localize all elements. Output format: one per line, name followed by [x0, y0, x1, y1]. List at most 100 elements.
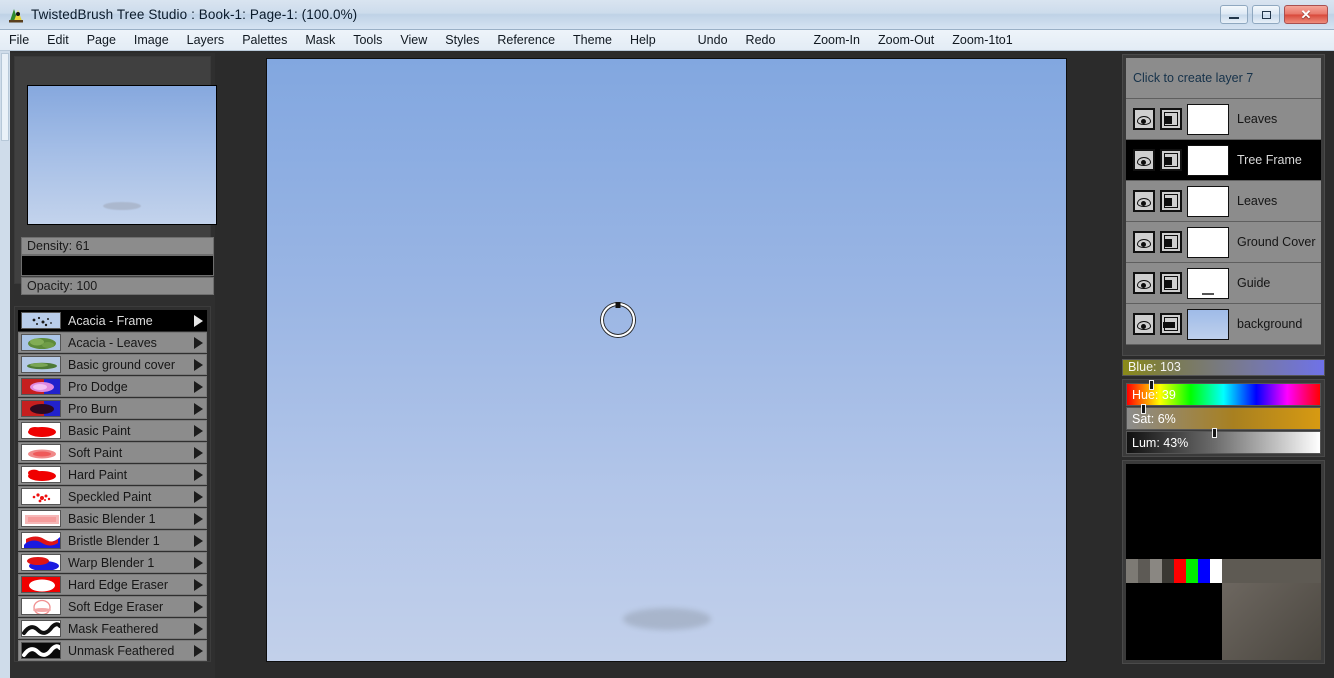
chevron-right-icon[interactable]	[194, 644, 203, 657]
swatch-current-color[interactable]	[1222, 559, 1321, 583]
brush-item-hard-edge-eraser[interactable]: Hard Edge Eraser	[18, 574, 207, 595]
chevron-right-icon[interactable]	[194, 600, 203, 613]
brush-item-basic-blender-1[interactable]: Basic Blender 1	[18, 508, 207, 529]
chevron-right-icon[interactable]	[194, 512, 203, 525]
brush-item-speckled-paint[interactable]: Speckled Paint	[18, 486, 207, 507]
lock-icon[interactable]	[1160, 231, 1182, 253]
menu-edit[interactable]: Edit	[38, 30, 78, 50]
swatch-primary-row[interactable]	[1174, 559, 1222, 583]
brush-item-bristle-blender-1[interactable]: Bristle Blender 1	[18, 530, 207, 551]
eye-icon[interactable]	[1133, 231, 1155, 253]
layer-row[interactable]: Guide	[1126, 263, 1321, 304]
layer-row[interactable]: Leaves	[1126, 99, 1321, 140]
swatch-cell[interactable]	[1198, 559, 1210, 583]
menu-palettes[interactable]: Palettes	[233, 30, 296, 50]
brush-item-acacia-frame[interactable]: Acacia - Frame	[18, 310, 207, 331]
eye-icon[interactable]	[1133, 190, 1155, 212]
layer-row[interactable]: Leaves	[1126, 181, 1321, 222]
chevron-right-icon[interactable]	[194, 446, 203, 459]
swatch-cell[interactable]	[1138, 559, 1150, 583]
chevron-right-icon[interactable]	[194, 578, 203, 591]
drawing-canvas[interactable]	[266, 58, 1067, 662]
chevron-right-icon[interactable]	[194, 556, 203, 569]
chevron-right-icon[interactable]	[194, 402, 203, 415]
menu-styles[interactable]: Styles	[436, 30, 488, 50]
luminance-slider-knob[interactable]	[1212, 428, 1217, 438]
brush-item-soft-paint[interactable]: Soft Paint	[18, 442, 207, 463]
brush-preview-canvas[interactable]	[27, 85, 217, 225]
brush-item-hard-paint[interactable]: Hard Paint	[18, 464, 207, 485]
lock-icon[interactable]	[1160, 313, 1182, 335]
brush-item-pro-burn[interactable]: Pro Burn	[18, 398, 207, 419]
brush-item-warp-blender-1[interactable]: Warp Blender 1	[18, 552, 207, 573]
swatch-cell[interactable]	[1186, 559, 1198, 583]
layer-thumbnail[interactable]	[1187, 226, 1229, 258]
menu-theme[interactable]: Theme	[564, 30, 621, 50]
chevron-right-icon[interactable]	[194, 358, 203, 371]
chevron-right-icon[interactable]	[194, 534, 203, 547]
layer-row[interactable]: Ground Cover	[1126, 222, 1321, 263]
brush-item-basic-ground-cover[interactable]: Basic ground cover	[18, 354, 207, 375]
menu-page[interactable]: Page	[78, 30, 125, 50]
menu-image[interactable]: Image	[125, 30, 178, 50]
close-button[interactable]: ✕	[1284, 5, 1328, 24]
brush-list[interactable]: Acacia - Frame Acacia - Leaves Basic groun…	[14, 306, 211, 662]
menu-undo[interactable]: Undo	[689, 30, 737, 50]
brush-item-pro-dodge[interactable]: Pro Dodge	[18, 376, 207, 397]
menu-help[interactable]: Help	[621, 30, 665, 50]
menu-file[interactable]: File	[0, 30, 38, 50]
menu-redo[interactable]: Redo	[737, 30, 785, 50]
layer-thumbnail[interactable]	[1187, 185, 1229, 217]
hue-slider[interactable]: Hue: 39	[1126, 380, 1321, 406]
brush-item-acacia-leaves[interactable]: Acacia - Leaves	[18, 332, 207, 353]
brush-item-soft-edge-eraser[interactable]: Soft Edge Eraser	[18, 596, 207, 617]
brush-item-mask-feathered[interactable]: Mask Feathered	[18, 618, 207, 639]
maximize-button[interactable]	[1252, 5, 1280, 24]
lock-icon[interactable]	[1160, 149, 1182, 171]
layer-thumbnail[interactable]	[1187, 103, 1229, 135]
brush-item-basic-paint[interactable]: Basic Paint	[18, 420, 207, 441]
swatch-gradient-area[interactable]	[1222, 583, 1321, 660]
layer-row[interactable]: Tree Frame	[1126, 140, 1321, 181]
menu-tools[interactable]: Tools	[344, 30, 391, 50]
luminance-slider[interactable]: Lum: 43%	[1126, 428, 1321, 454]
menu-zoom-in[interactable]: Zoom-In	[804, 30, 869, 50]
chevron-right-icon[interactable]	[194, 490, 203, 503]
menu-zoom-out[interactable]: Zoom-Out	[869, 30, 943, 50]
swatch-cell[interactable]	[1174, 559, 1186, 583]
chevron-right-icon[interactable]	[194, 336, 203, 349]
chevron-right-icon[interactable]	[194, 622, 203, 635]
chevron-right-icon[interactable]	[194, 314, 203, 327]
eye-icon[interactable]	[1133, 108, 1155, 130]
lock-icon[interactable]	[1160, 272, 1182, 294]
layer-row[interactable]: background	[1126, 304, 1321, 345]
density-slider[interactable]: Density: 61	[21, 237, 214, 255]
color-swatch-grid[interactable]	[1126, 464, 1321, 660]
layer-thumbnail[interactable]	[1187, 144, 1229, 176]
swatch-cell[interactable]	[1210, 559, 1222, 583]
layer-thumbnail[interactable]	[1187, 267, 1229, 299]
left-scrollbar[interactable]	[0, 51, 10, 678]
hue-slider-knob[interactable]	[1149, 380, 1154, 390]
lock-icon[interactable]	[1160, 108, 1182, 130]
chevron-right-icon[interactable]	[194, 424, 203, 437]
eye-icon[interactable]	[1133, 149, 1155, 171]
swatch-cell[interactable]	[1126, 559, 1138, 583]
left-scrollbar-thumb[interactable]	[1, 53, 9, 141]
lock-icon[interactable]	[1160, 190, 1182, 212]
brush-item-unmask-feathered[interactable]: Unmask Feathered	[18, 640, 207, 661]
eye-icon[interactable]	[1133, 272, 1155, 294]
menu-layers[interactable]: Layers	[178, 30, 234, 50]
minimize-button[interactable]	[1220, 5, 1248, 24]
blue-channel-slider[interactable]: Blue: 103	[1122, 359, 1325, 376]
swatch-cell[interactable]	[1150, 559, 1162, 583]
blue-channel-knob[interactable]	[1259, 359, 1264, 360]
menu-zoom-1to1[interactable]: Zoom-1to1	[943, 30, 1021, 50]
chevron-right-icon[interactable]	[194, 380, 203, 393]
swatch-gray-row[interactable]	[1126, 559, 1174, 583]
chevron-right-icon[interactable]	[194, 468, 203, 481]
layer-thumbnail[interactable]	[1187, 308, 1229, 340]
swatch-cell[interactable]	[1162, 559, 1174, 583]
opacity-slider[interactable]: Opacity: 100	[21, 277, 214, 295]
saturation-slider[interactable]: Sat: 6%	[1126, 404, 1321, 430]
